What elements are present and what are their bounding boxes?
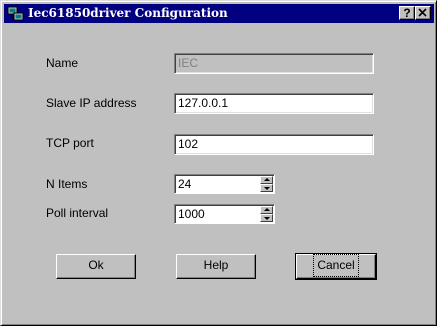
title-bar[interactable]: Iec61850driver Configuration ? bbox=[4, 4, 434, 23]
cancel-button[interactable]: Cancel bbox=[295, 253, 377, 280]
help-button[interactable]: Help bbox=[176, 254, 256, 279]
name-label: Name bbox=[46, 56, 79, 70]
tcp-port-label: TCP port bbox=[46, 136, 94, 150]
window-title: Iec61850driver Configuration bbox=[28, 6, 228, 20]
n-items-down-arrow-icon[interactable] bbox=[260, 184, 273, 192]
slave-ip-label: Slave IP address bbox=[46, 96, 137, 110]
ok-button-label: Ok bbox=[88, 258, 104, 272]
poll-interval-down-arrow-icon[interactable] bbox=[260, 214, 273, 222]
help-title-button[interactable]: ? bbox=[399, 6, 415, 20]
slave-ip-field[interactable]: 127.0.0.1 bbox=[174, 93, 374, 114]
n-items-stepper[interactable]: 24 bbox=[174, 174, 275, 194]
close-title-button[interactable] bbox=[415, 6, 431, 20]
network-driver-icon bbox=[7, 5, 24, 22]
close-icon bbox=[418, 8, 427, 17]
poll-interval-stepper[interactable]: 1000 bbox=[174, 204, 275, 224]
poll-interval-label: Poll interval bbox=[46, 206, 109, 220]
poll-interval-arrows bbox=[260, 206, 273, 222]
ok-button[interactable]: Ok bbox=[56, 254, 136, 279]
poll-interval-up-arrow-icon[interactable] bbox=[260, 206, 273, 214]
config-dialog: Iec61850driver Configuration ? Name IEC … bbox=[0, 0, 437, 326]
n-items-label: N Items bbox=[46, 177, 88, 191]
name-field: IEC bbox=[174, 53, 374, 74]
cancel-button-label: Cancel bbox=[313, 254, 359, 277]
help-button-label: Help bbox=[203, 258, 229, 272]
n-items-arrows bbox=[260, 176, 273, 192]
n-items-up-arrow-icon[interactable] bbox=[260, 176, 273, 184]
tcp-port-field[interactable]: 102 bbox=[174, 134, 374, 155]
